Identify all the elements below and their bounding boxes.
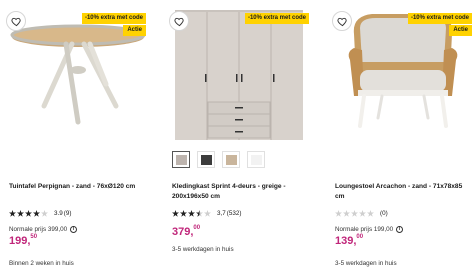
star-empty-icon bbox=[204, 210, 211, 217]
product-image-wrap[interactable]: -10% extra met code Actie bbox=[6, 4, 146, 142]
rating-value: 3.9 bbox=[54, 210, 63, 217]
star-empty-icon bbox=[359, 210, 366, 217]
wardrobe-image[interactable] bbox=[169, 4, 309, 142]
star-icon bbox=[172, 210, 179, 217]
price-cents: 00 bbox=[193, 225, 201, 232]
rating-value: 3,7 bbox=[217, 210, 226, 217]
wishlist-heart-icon[interactable] bbox=[332, 11, 352, 31]
color-swatches bbox=[172, 151, 265, 168]
sale-price: 199,50 bbox=[9, 234, 38, 247]
swatch-white[interactable] bbox=[247, 151, 265, 168]
wishlist-heart-icon[interactable] bbox=[169, 11, 189, 31]
info-icon[interactable]: i bbox=[396, 226, 404, 233]
price-cents: 50 bbox=[30, 234, 38, 241]
product-rating: 3,7 (532) bbox=[172, 210, 241, 217]
price-cents: 00 bbox=[356, 234, 364, 241]
delivery-info: Binnen 2 weken in huis bbox=[9, 260, 74, 267]
rating-count: (0) bbox=[380, 210, 388, 217]
actie-badge: Actie bbox=[123, 25, 146, 36]
product-title[interactable]: Loungestoel Arcachon - zand - 71x78x85 c… bbox=[335, 182, 473, 202]
price-main: 379, bbox=[172, 226, 194, 238]
normal-price: Normale prijs 199,00 i bbox=[335, 226, 404, 233]
product-image-wrap[interactable]: -10% extra met code bbox=[169, 4, 309, 142]
sale-price: 379,00 bbox=[172, 225, 201, 238]
product-card[interactable]: -10% extra met code Actie Loungestoel Ar… bbox=[332, 0, 475, 274]
normal-price: Normale prijs 399,00 i bbox=[9, 226, 78, 233]
star-empty-icon bbox=[335, 210, 342, 217]
product-rating: (0) bbox=[335, 210, 388, 217]
star-icon bbox=[9, 210, 16, 217]
rating-count: (9) bbox=[63, 210, 72, 217]
star-half-icon bbox=[196, 210, 203, 217]
sale-price: 139,00 bbox=[335, 234, 364, 247]
star-icon bbox=[188, 210, 195, 217]
product-image-wrap[interactable]: -10% extra met code Actie bbox=[332, 4, 472, 142]
normal-price-label: Normale prijs 399,00 bbox=[9, 226, 68, 233]
swatch-black[interactable] bbox=[197, 151, 215, 168]
actie-badge: Actie bbox=[449, 25, 472, 36]
product-title[interactable]: Kledingkast Sprint 4-deurs - greige - 20… bbox=[172, 182, 310, 202]
product-rating: 3.9 (9) bbox=[9, 210, 71, 217]
rating-count: (532) bbox=[226, 210, 242, 217]
price-main: 199, bbox=[9, 235, 31, 247]
star-empty-icon bbox=[367, 210, 374, 217]
promo-badge: -10% extra met code bbox=[244, 13, 309, 24]
star-empty-icon bbox=[351, 210, 358, 217]
swatch-oak[interactable] bbox=[222, 151, 240, 168]
promo-badge: -10% extra met code bbox=[81, 13, 146, 24]
star-icon bbox=[17, 210, 24, 217]
star-empty-icon bbox=[343, 210, 350, 217]
swatch-greige[interactable] bbox=[172, 151, 190, 168]
price-main: 139, bbox=[335, 235, 357, 247]
star-icon bbox=[180, 210, 187, 217]
product-card[interactable]: -10% extra met code Actie Tuintafel Perp… bbox=[6, 0, 154, 274]
wishlist-heart-icon[interactable] bbox=[6, 11, 26, 31]
promo-badge: -10% extra met code bbox=[407, 13, 472, 24]
star-icon bbox=[25, 210, 32, 217]
delivery-info: 3-5 werkdagen in huis bbox=[172, 246, 234, 253]
star-icon bbox=[33, 210, 40, 217]
product-title[interactable]: Tuintafel Perpignan - zand - 76xØ120 cm bbox=[9, 182, 147, 192]
star-empty-icon bbox=[41, 210, 48, 217]
info-icon[interactable]: i bbox=[70, 226, 78, 233]
delivery-info: 3-5 werkdagen in huis bbox=[335, 260, 397, 267]
normal-price-label: Normale prijs 199,00 bbox=[335, 226, 394, 233]
product-card[interactable]: -10% extra met code Kledingkast Sprint 4… bbox=[169, 0, 317, 274]
